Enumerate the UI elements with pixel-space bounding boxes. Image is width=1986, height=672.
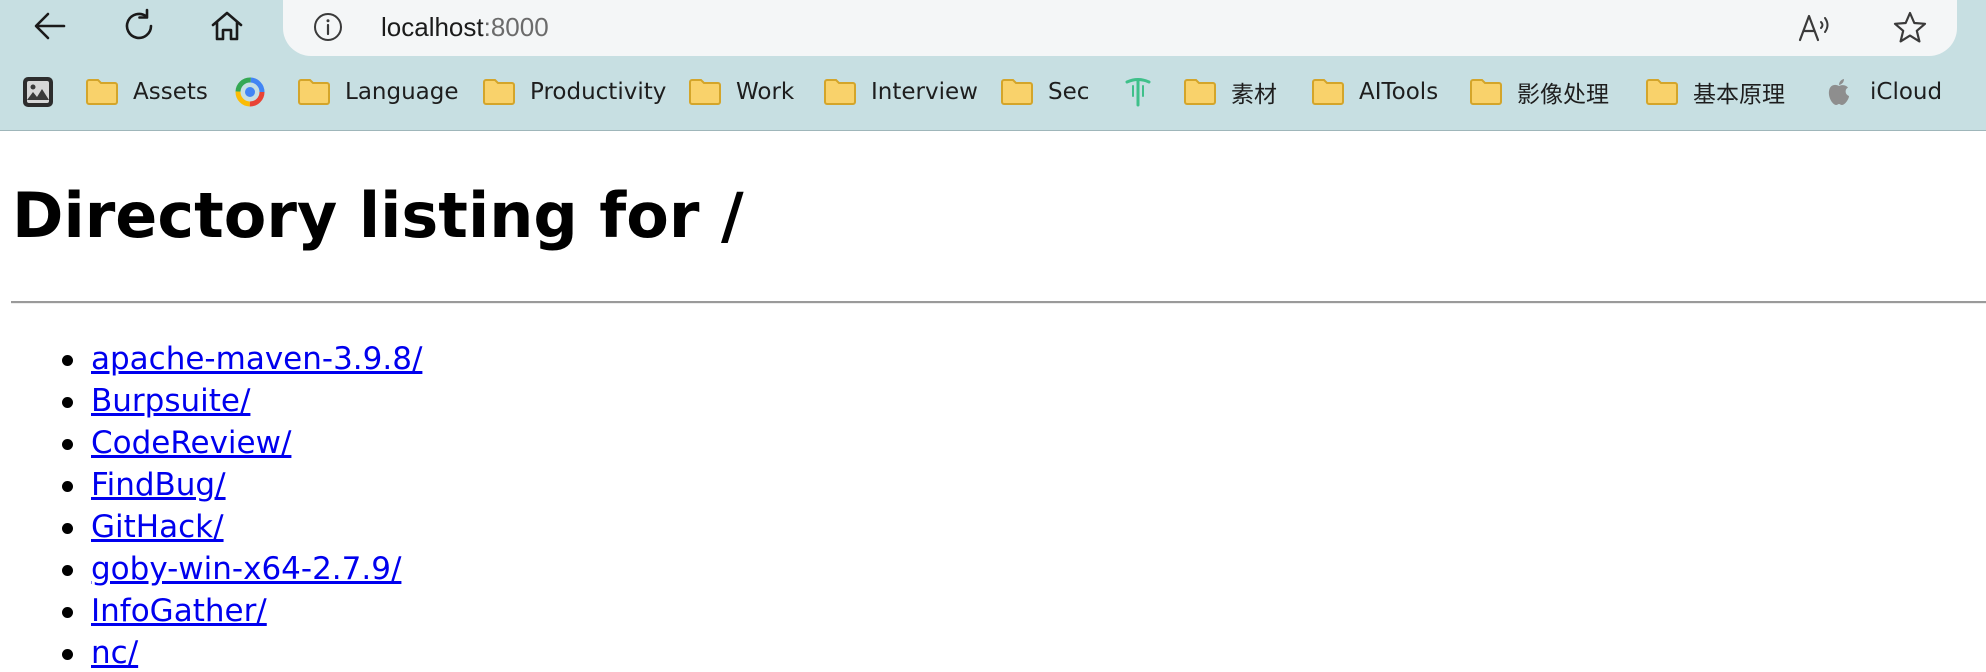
bookmark-folder-image-processing[interactable]: 影像处理 [1469, 70, 1609, 114]
directory-link[interactable]: CodeReview/ [91, 422, 291, 464]
green-t-icon [1121, 77, 1155, 107]
gallery-app-icon [21, 77, 55, 107]
folder-icon [1469, 77, 1503, 107]
bullet-icon [62, 355, 73, 366]
folder-icon [85, 77, 119, 107]
folder-icon [1000, 77, 1034, 107]
directory-link[interactable]: goby-win-x64-2.7.9/ [91, 548, 401, 590]
back-button[interactable] [22, 0, 78, 52]
directory-link[interactable]: apache-maven-3.9.8/ [91, 338, 422, 380]
folder-icon [1311, 77, 1345, 107]
reload-button[interactable] [111, 0, 167, 52]
url-text[interactable]: localhost:8000 [381, 10, 549, 44]
bookmark-folder-sucai[interactable]: 素材 [1183, 70, 1277, 114]
horizontal-divider [11, 301, 1986, 304]
bullet-icon [62, 523, 73, 534]
directory-link[interactable]: GitHack/ [91, 506, 224, 548]
bookmark-label: Assets [133, 79, 208, 105]
bullet-icon [62, 439, 73, 450]
bookmark-folder-aitools[interactable]: AITools [1311, 70, 1438, 114]
folder-icon [1183, 77, 1217, 107]
bookmark-label: 素材 [1231, 82, 1277, 108]
url-port: :8000 [483, 12, 549, 42]
directory-link[interactable]: nc/ [91, 632, 138, 672]
bookmark-label: iCloud [1870, 79, 1943, 105]
home-icon [211, 11, 243, 41]
bookmark-label: Productivity [530, 79, 667, 105]
bookmark-folder-assets[interactable]: Assets [85, 70, 208, 114]
bullet-icon [62, 397, 73, 408]
bookmark-green-t[interactable] [1121, 70, 1155, 114]
address-bar[interactable]: localhost:8000 [283, 0, 1957, 56]
bookmarks-bar: Assets Language Productivity Work Interv… [0, 70, 1986, 114]
folder-icon [688, 77, 722, 107]
browser-toolbar: localhost:8000 Assets Language Productiv… [0, 0, 1986, 131]
bookmark-gallery[interactable] [21, 70, 55, 114]
bullet-icon [62, 565, 73, 576]
apple-icon [1822, 77, 1856, 107]
directory-link[interactable]: Burpsuite/ [91, 380, 250, 422]
bookmark-label: Work [736, 79, 795, 105]
bookmark-label: AITools [1359, 79, 1439, 105]
bookmark-label: 基本原理 [1693, 82, 1785, 108]
bookmark-folder-productivity[interactable]: Productivity [482, 70, 666, 114]
folder-icon [823, 77, 857, 107]
page-title: Directory listing for / [12, 179, 744, 252]
bookmark-label: Sec [1048, 79, 1090, 105]
folder-icon [1645, 77, 1679, 107]
folder-icon [297, 77, 331, 107]
bookmark-folder-work[interactable]: Work [688, 70, 794, 114]
bookmark-folder-language[interactable]: Language [297, 70, 459, 114]
bookmark-folder-sec[interactable]: Sec [1000, 70, 1089, 114]
bookmark-folder-basic-principles[interactable]: 基本原理 [1645, 70, 1785, 114]
folder-icon [482, 77, 516, 107]
colorful-ring-app-icon [233, 77, 267, 107]
directory-link[interactable]: FindBug/ [91, 464, 226, 506]
bookmark-label: Language [345, 79, 459, 105]
directory-link[interactable]: InfoGather/ [91, 590, 267, 632]
bullet-icon [62, 649, 73, 660]
reload-icon [125, 8, 153, 40]
bookmark-label: Interview [871, 79, 978, 105]
site-info-icon[interactable] [313, 12, 343, 42]
bookmark-colorful-app[interactable] [233, 70, 267, 114]
url-host: localhost [381, 12, 484, 42]
favorite-star-icon[interactable] [1891, 9, 1929, 47]
read-aloud-icon[interactable] [1797, 10, 1837, 44]
bookmark-icloud[interactable]: iCloud [1822, 70, 1942, 114]
bookmark-folder-interview[interactable]: Interview [823, 70, 978, 114]
back-arrow-icon [34, 12, 66, 40]
bullet-icon [62, 481, 73, 492]
bookmark-label: 影像处理 [1517, 82, 1609, 108]
home-button[interactable] [199, 0, 255, 52]
bullet-icon [62, 607, 73, 618]
